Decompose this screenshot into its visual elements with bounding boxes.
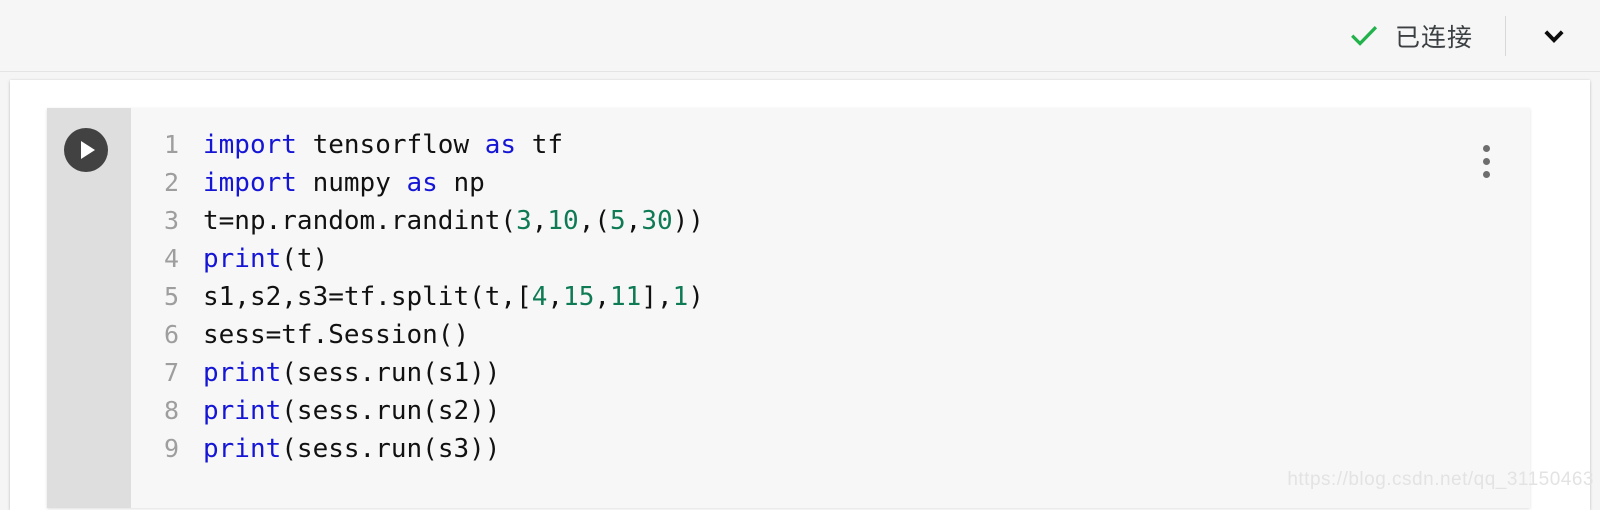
chevron-down-icon	[1537, 19, 1571, 53]
code-line: 5 s1,s2,s3=tf.split(t,[4,15,11],1)	[131, 278, 1530, 316]
play-icon	[81, 141, 95, 159]
line-number: 5	[163, 282, 179, 311]
run-cell-button[interactable]	[64, 128, 108, 172]
more-vert-icon-dot	[1482, 144, 1490, 152]
line-number: 7	[163, 358, 179, 387]
code-line-text: import numpy as np	[203, 168, 485, 198]
line-number: 1	[163, 130, 179, 159]
code-line-text: print(t)	[203, 244, 329, 274]
code-editor[interactable]: 1 import tensorflow as tf 2 import numpy…	[131, 108, 1530, 508]
cell-gutter	[47, 108, 131, 508]
more-vert-icon-dot	[1482, 157, 1490, 165]
code-line-text: import tensorflow as tf	[203, 130, 564, 160]
line-number: 2	[163, 168, 179, 197]
code-line: 7 print(sess.run(s1))	[131, 354, 1530, 392]
check-icon	[1347, 19, 1381, 53]
notebook-toolbar: 已连接	[0, 0, 1600, 72]
code-line-text: print(sess.run(s2))	[203, 396, 501, 426]
line-number: 8	[163, 396, 179, 425]
line-number: 9	[163, 434, 179, 463]
line-number: 3	[163, 206, 179, 235]
code-line-text: print(sess.run(s3))	[203, 434, 501, 464]
code-line-text: sess=tf.Session()	[203, 320, 470, 350]
code-line-text: s1,s2,s3=tf.split(t,[4,15,11],1)	[203, 282, 704, 312]
code-line: 1 import tensorflow as tf	[131, 126, 1530, 164]
line-number: 6	[163, 320, 179, 349]
cell-options-button[interactable]	[1472, 136, 1500, 186]
toolbar-divider	[1505, 15, 1506, 56]
code-line: 4 print(t)	[131, 240, 1530, 278]
expand-resources-button[interactable]	[1526, 8, 1582, 64]
code-line: 3 t=np.random.randint(3,10,(5,30))	[131, 202, 1530, 240]
connection-status-label: 已连接	[1394, 22, 1473, 52]
code-line: 6 sess=tf.Session()	[131, 316, 1530, 354]
code-line: 2 import numpy as np	[131, 164, 1530, 202]
code-line-text: t=np.random.randint(3,10,(5,30))	[203, 206, 704, 236]
code-cell[interactable]: 1 import tensorflow as tf 2 import numpy…	[47, 108, 1530, 508]
more-vert-icon-dot	[1482, 170, 1490, 178]
code-line: 9 print(sess.run(s3))	[131, 430, 1530, 468]
code-lines: 1 import tensorflow as tf 2 import numpy…	[131, 126, 1530, 468]
code-line-text: print(sess.run(s1))	[203, 358, 501, 388]
connection-status-button[interactable]: 已连接	[1347, 0, 1479, 71]
code-line: 8 print(sess.run(s2))	[131, 392, 1530, 430]
line-number: 4	[163, 244, 179, 273]
